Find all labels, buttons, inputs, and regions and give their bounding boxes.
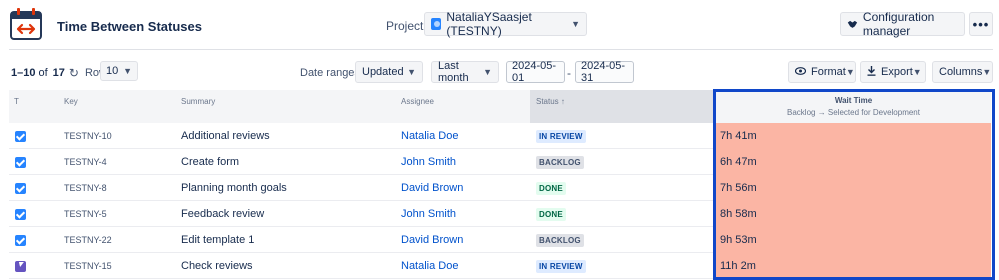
- chevron-down-icon: ▼: [483, 67, 492, 77]
- table-row[interactable]: TESTNY-22 Edit template 1 David Brown BA…: [9, 227, 991, 253]
- task-icon: [15, 234, 26, 246]
- columns-button[interactable]: Columns ▼: [932, 61, 993, 83]
- chevron-down-icon: ▼: [123, 66, 132, 76]
- task-icon: [15, 130, 26, 142]
- issue-key[interactable]: TESTNY-22: [64, 227, 112, 253]
- table-row[interactable]: TESTNY-15 Check reviews Natalia Doe IN R…: [9, 253, 991, 279]
- issue-key[interactable]: TESTNY-15: [64, 253, 112, 279]
- app-title: Time Between Statuses: [57, 19, 202, 34]
- task-icon: [15, 208, 26, 220]
- handshake-icon: [847, 20, 858, 28]
- table-row[interactable]: TESTNY-4 Create form John Smith BACKLOG …: [9, 149, 991, 175]
- chevron-down-icon: ▼: [982, 67, 992, 77]
- period-select[interactable]: Last month ▼: [431, 60, 499, 84]
- date-separator: -: [567, 66, 571, 80]
- wait-time-subtitle: Backlog → Selected for Development: [787, 108, 920, 117]
- issue-assignee[interactable]: David Brown: [401, 227, 463, 253]
- status-badge: DONE: [536, 207, 566, 221]
- issue-assignee[interactable]: Natalia Doe: [401, 123, 458, 149]
- more-options-button[interactable]: •••: [969, 12, 993, 36]
- wait-time-cell: 7h 56m: [716, 175, 991, 201]
- status-badge: BACKLOG: [536, 155, 584, 169]
- date-from-input[interactable]: 2024-05-01: [506, 60, 565, 84]
- header-key[interactable]: Key: [64, 97, 78, 106]
- header-wait-time[interactable]: Wait Time Backlog → Selected for Develop…: [716, 92, 991, 123]
- chevron-down-icon: ▼: [571, 19, 580, 29]
- issue-key[interactable]: TESTNY-10: [64, 123, 112, 149]
- wait-time-title: Wait Time: [834, 96, 873, 105]
- task-icon: [15, 156, 26, 168]
- columns-label: Columns: [939, 66, 983, 78]
- wait-time-cell: 7h 41m: [716, 123, 991, 149]
- issue-summary[interactable]: Planning month goals: [181, 175, 287, 201]
- period-value: Last month: [438, 60, 469, 84]
- status-badge: BACKLOG: [536, 233, 584, 247]
- table-row[interactable]: TESTNY-8 Planning month goals David Brow…: [9, 175, 991, 201]
- status-badge: IN REVIEW: [536, 129, 586, 143]
- chevron-down-icon: ▼: [912, 67, 922, 77]
- task-icon: [15, 182, 26, 194]
- issue-assignee[interactable]: John Smith: [401, 149, 456, 175]
- configuration-manager-button[interactable]: Configuration manager: [840, 10, 965, 38]
- date-to-input[interactable]: 2024-05-31: [575, 60, 634, 84]
- wait-time-cell: 9h 53m: [716, 227, 991, 253]
- issue-summary[interactable]: Edit template 1: [181, 227, 254, 253]
- table-row[interactable]: TESTNY-10 Additional reviews Natalia Doe…: [9, 123, 991, 149]
- total-count: 17: [52, 67, 65, 79]
- table-row[interactable]: TESTNY-5 Feedback review John Smith DONE…: [9, 201, 991, 227]
- status-badge: IN REVIEW: [536, 259, 586, 273]
- download-icon: [867, 65, 876, 79]
- epic-icon: [15, 260, 26, 272]
- header-status[interactable]: Status ↑: [536, 97, 565, 106]
- issue-assignee[interactable]: John Smith: [401, 201, 456, 227]
- date-field-select[interactable]: Updated ▼: [355, 61, 423, 83]
- calendar-logo-icon: [10, 8, 42, 40]
- header-assignee[interactable]: Assignee: [401, 97, 434, 106]
- date-field-value: Updated: [362, 66, 404, 78]
- format-button[interactable]: Format ▼: [788, 61, 856, 83]
- chevron-down-icon: ▼: [407, 67, 416, 77]
- issue-assignee[interactable]: David Brown: [401, 175, 463, 201]
- project-select[interactable]: NataliaYSaasjet (TESTNY) ▼: [424, 10, 587, 38]
- project-label: Project:: [386, 19, 427, 33]
- issue-key[interactable]: TESTNY-4: [64, 149, 107, 175]
- issue-assignee[interactable]: Natalia Doe: [401, 253, 458, 279]
- rows-per-page-select[interactable]: 10 ▼: [100, 61, 138, 81]
- wait-time-cell: 11h 2m: [716, 253, 991, 279]
- header-divider: [9, 49, 993, 50]
- issue-summary[interactable]: Check reviews: [181, 253, 253, 279]
- eye-icon: [794, 66, 807, 78]
- date-ranges-label: Date ranges:: [300, 67, 363, 79]
- configuration-manager-label: Configuration manager: [862, 10, 935, 38]
- header-type[interactable]: T: [14, 97, 19, 106]
- issue-key[interactable]: TESTNY-8: [64, 175, 107, 201]
- page-range: 1–10: [11, 67, 36, 79]
- project-avatar-icon: [431, 18, 442, 30]
- page-of-label: of: [38, 67, 48, 79]
- chevron-down-icon: ▼: [845, 67, 855, 77]
- export-label: Export: [881, 66, 913, 78]
- issue-summary[interactable]: Feedback review: [181, 201, 264, 227]
- status-badge: DONE: [536, 181, 566, 195]
- header-summary[interactable]: Summary: [181, 97, 215, 106]
- project-select-value: NataliaYSaasjet (TESTNY): [446, 10, 532, 38]
- app-header: Time Between Statuses Project: NataliaYS…: [0, 0, 999, 48]
- format-label: Format: [811, 66, 846, 78]
- refresh-icon[interactable]: ↻: [69, 66, 79, 80]
- export-button[interactable]: Export ▼: [860, 61, 926, 83]
- status-header-sorted-bg: [530, 90, 713, 123]
- issue-summary[interactable]: Create form: [181, 149, 239, 175]
- wait-time-cell: 8h 58m: [716, 201, 991, 227]
- rows-per-page-value: 10: [106, 65, 119, 77]
- issue-summary[interactable]: Additional reviews: [181, 123, 270, 149]
- wait-time-cell: 6h 47m: [716, 149, 991, 175]
- issue-key[interactable]: TESTNY-5: [64, 201, 107, 227]
- toolbar: 1–10 of 17 ↻ Rows: 10 ▼ Date ranges: Upd…: [0, 60, 999, 84]
